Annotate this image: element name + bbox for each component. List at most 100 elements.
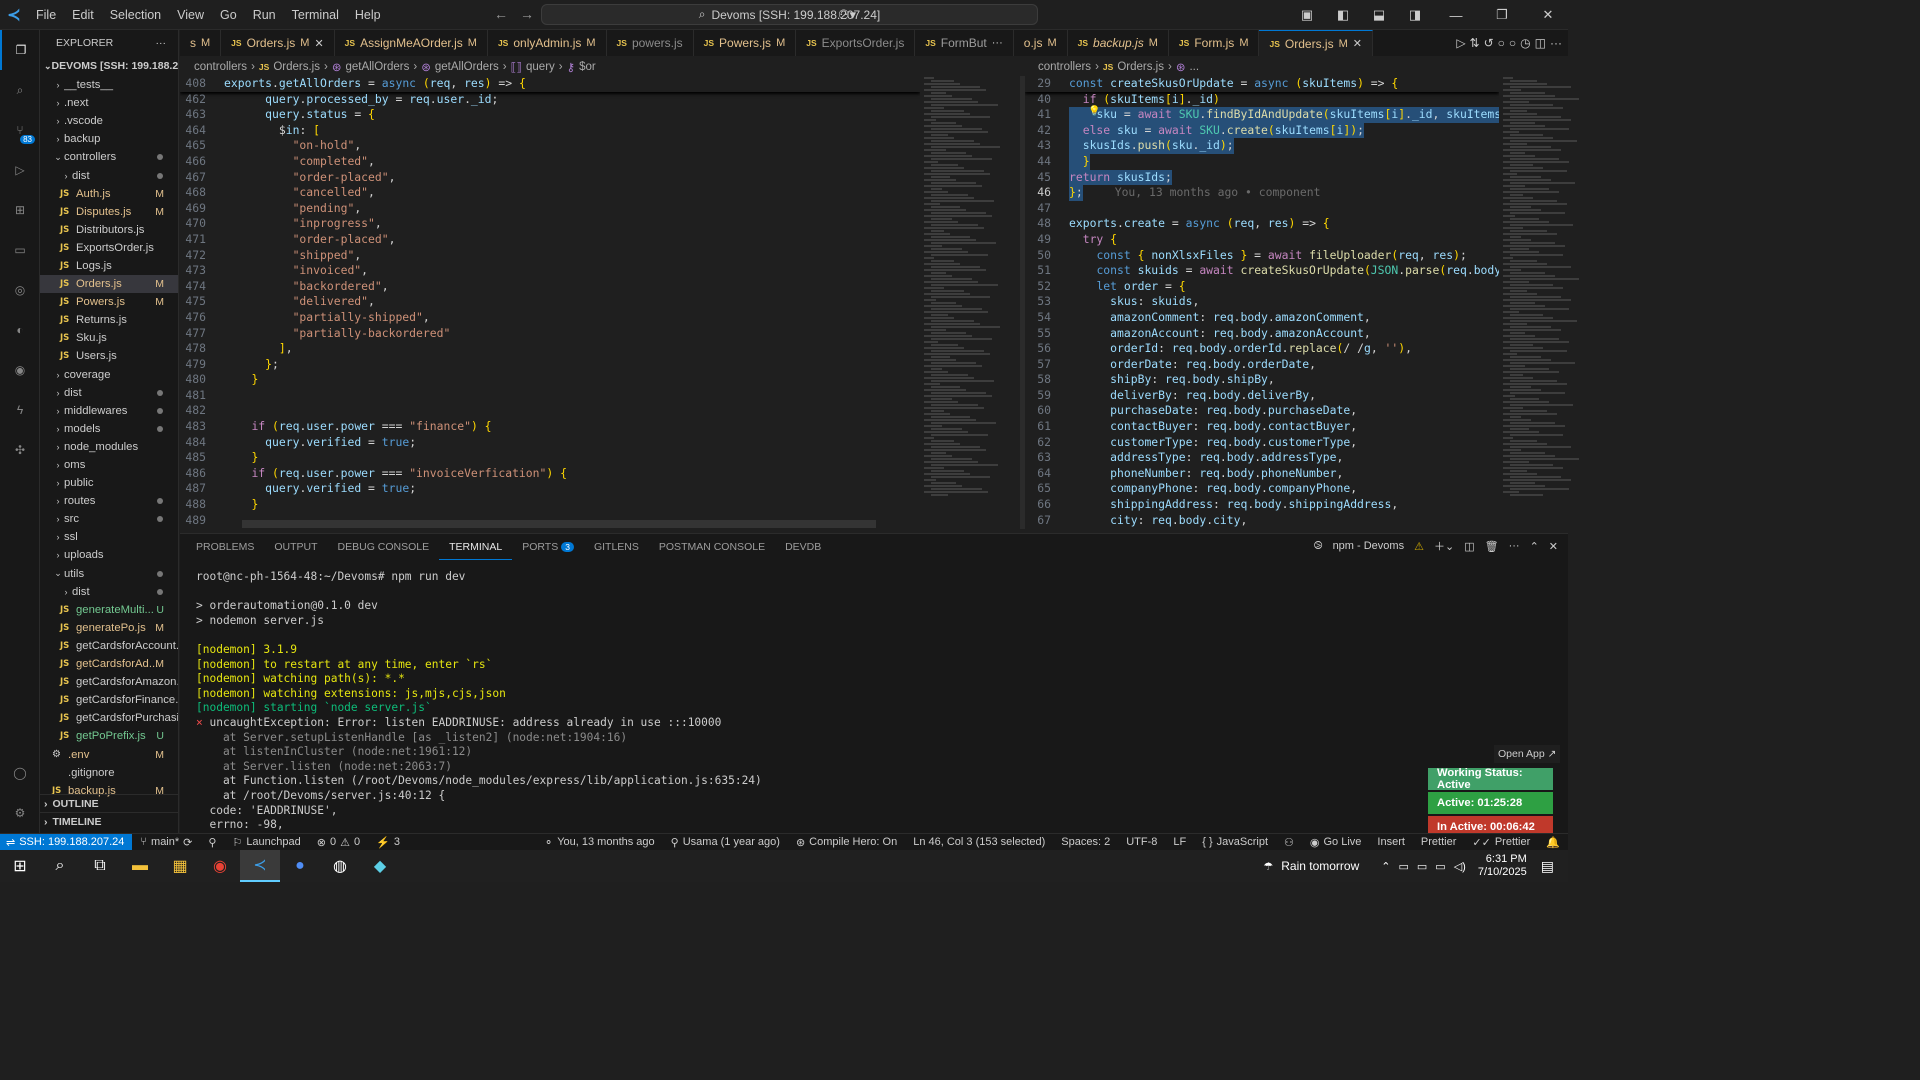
code-line[interactable]: 474 "backordered", (180, 279, 920, 295)
folder-item[interactable]: › ssl (40, 528, 178, 546)
minimap-right[interactable] (1499, 76, 1579, 529)
remote-indicator[interactable]: ⇌ SSH: 199.188.207.24 (0, 833, 133, 851)
file-item[interactable]: JS getCardsforAccount.js (40, 637, 178, 655)
code-line[interactable]: 472 "shipped", (180, 248, 920, 264)
close-tab-icon[interactable]: ✕ (1353, 37, 1362, 50)
code-line[interactable]: 60 purchaseDate: req.body.purchaseDate, (1025, 403, 1499, 419)
file-explorer-icon[interactable]: ▬ (120, 850, 160, 882)
code-line[interactable]: 462 query.processed_by = req.user._id; (180, 92, 920, 108)
app-icon-3[interactable]: ◆ (360, 850, 400, 882)
code-line[interactable]: 57 orderDate: req.body.orderDate, (1025, 357, 1499, 373)
code-line[interactable]: 468 "cancelled", (180, 185, 920, 201)
code-line[interactable]: 485 } (180, 450, 920, 466)
file-item[interactable]: JS getCardsforFinance.js (40, 691, 178, 709)
compile-hero-indicator[interactable]: ⊛ Compile Hero: On (788, 836, 905, 849)
editor-tab[interactable]: JS Form.js M (1169, 30, 1260, 56)
panel-tab-ports[interactable]: PORTS 3 (512, 534, 584, 560)
terminal-output[interactable]: root@nc-ph-1564-48:~/Devoms# npm run dev… (196, 570, 1396, 833)
horizontal-scrollbar[interactable] (242, 520, 876, 528)
kill-terminal-icon[interactable]: 🗑 (1485, 540, 1499, 553)
code-line[interactable]: 59 deliverBy: req.body.deliverBy, (1025, 388, 1499, 404)
language-mode[interactable]: { } JavaScript (1194, 836, 1276, 848)
code-line[interactable]: 40 if (skuItems[i]._id) (1025, 92, 1499, 108)
file-item[interactable]: JS Logs.js (40, 257, 178, 275)
explorer-icon[interactable]: ❐ (0, 30, 40, 70)
file-item[interactable]: JS Powers.js M (40, 293, 178, 311)
breadcrumb-item[interactable]: ... (1189, 61, 1199, 73)
file-item[interactable]: JS getCardsforPurchasi... (40, 709, 178, 727)
vscode-taskbar-icon[interactable]: ≺ (240, 850, 280, 882)
code-line[interactable]: 482 (180, 403, 920, 419)
code-line[interactable]: 66 shippingAddress: req.body.shippingAdd… (1025, 497, 1499, 513)
editor-tab[interactable]: JS FormBut ··· (915, 30, 1014, 56)
panel-tab-gitlens[interactable]: GITLENS (584, 534, 649, 560)
toggle-sidebar-icon[interactable]: ◧ (1328, 7, 1358, 23)
code-line[interactable]: 478 ], (180, 341, 920, 357)
code-line[interactable]: 45 return skusIds; (1025, 169, 1499, 186)
code-line[interactable]: 465 "on-hold", (180, 138, 920, 154)
code-line[interactable]: 483 if (req.user.power === "finance") { (180, 419, 920, 435)
code-line[interactable]: 50 const { nonXlsxFiles } = await fileUp… (1025, 248, 1499, 264)
restore-icon[interactable]: ❐ (1482, 7, 1522, 23)
menu-item-terminal[interactable]: Terminal (284, 0, 347, 30)
code-line[interactable]: 486 if (req.user.power === "invoiceVerfi… (180, 466, 920, 482)
code-line[interactable]: 55 amazonAccount: req.body.amazonAccount… (1025, 326, 1499, 342)
postman-icon[interactable]: ◐ (0, 310, 40, 350)
file-item[interactable]: .gitignore (40, 764, 178, 782)
breadcrumb-item[interactable]: Orders.js (273, 61, 320, 73)
code-line[interactable]: 469 "pending", (180, 201, 920, 217)
code-line[interactable]: 63 addressType: req.body.addressType, (1025, 450, 1499, 466)
encoding[interactable]: UTF-8 (1118, 836, 1165, 848)
panel-tab-terminal[interactable]: TERMINAL (439, 534, 513, 560)
code-line[interactable]: 471 "order-placed", (180, 232, 920, 248)
toggle-secondary-sidebar-icon[interactable]: ◨ (1400, 7, 1430, 23)
code-line[interactable]: 464 $in: [ (180, 123, 920, 139)
editor-tab[interactable]: JS powers.js (607, 30, 694, 56)
launchpad-indicator[interactable]: ⚐ Launchpad (224, 836, 308, 849)
file-item[interactable]: ⚙ .env M (40, 745, 178, 763)
panel-tab-debug-console[interactable]: DEBUG CONSOLE (328, 534, 440, 560)
code-line[interactable]: 64 phoneNumber: req.body.phoneNumber, (1025, 466, 1499, 482)
file-item[interactable]: JS Disputes.js M (40, 203, 178, 221)
editor-tab[interactable]: sM (180, 30, 222, 56)
revert-icon[interactable]: ↺ (1484, 36, 1494, 50)
folder-item[interactable]: › .vscode (40, 112, 178, 130)
code-line[interactable]: 484 query.verified = true; (180, 435, 920, 451)
editor-tab[interactable]: o.js M (1014, 30, 1068, 56)
menu-item-view[interactable]: View (169, 0, 212, 30)
editor-tab[interactable]: JS ExportsOrder.js (796, 30, 916, 56)
file-item[interactable]: JS generatePo.js M (40, 619, 178, 637)
remote-explorer-icon[interactable]: ▭ (0, 230, 40, 270)
folder-item[interactable]: › models (40, 420, 178, 438)
code-line[interactable]: 43 skusIds.push(sku._id); (1025, 138, 1499, 154)
menu-item-selection[interactable]: Selection (102, 0, 169, 30)
menu-item-edit[interactable]: Edit (64, 0, 102, 30)
code-line[interactable]: 481 (180, 388, 920, 404)
code-line[interactable]: 49 try { (1025, 232, 1499, 248)
eol[interactable]: LF (1165, 836, 1194, 848)
breadcrumb-item[interactable]: getAllOrders (345, 61, 409, 73)
more-tabs-icon[interactable]: ··· (992, 37, 1003, 49)
code-line[interactable]: 475 "delivered", (180, 294, 920, 310)
file-item[interactable]: JS Users.js (40, 347, 178, 365)
git-graph-indicator[interactable]: ⚲ (200, 836, 224, 849)
outline-section[interactable]: › OUTLINE (40, 794, 178, 812)
search-view-icon[interactable]: ⌕ (0, 70, 40, 110)
breadcrumb-item[interactable]: controllers (194, 61, 247, 73)
code-line[interactable]: 67 city: req.body.city, (1025, 513, 1499, 529)
sticky-scroll-line[interactable]: 408 exports.getAllOrders = async (req, re… (180, 76, 920, 92)
volume-icon[interactable]: ◁) (1454, 860, 1466, 873)
editor-tab[interactable]: JS Orders.js M ✕ (1259, 30, 1373, 56)
code-line[interactable]: 53 skus: skuids, (1025, 294, 1499, 310)
folder-item[interactable]: › routes (40, 492, 178, 510)
compare-icon[interactable]: ⇅ (1470, 36, 1480, 50)
menu-item-go[interactable]: Go (212, 0, 245, 30)
minimize-icon[interactable]: — (1436, 8, 1476, 23)
workspace-root[interactable]: ⌄ DEVOMS [SSH: 199.188.20... (40, 56, 178, 76)
code-line[interactable]: 467 "order-placed", (180, 170, 920, 186)
copilot-status[interactable]: ⚇ (1276, 836, 1302, 849)
file-item[interactable]: JS getCardsforAmazon.js (40, 673, 178, 691)
code-line[interactable]: 44 } (1025, 153, 1499, 170)
code-line[interactable]: 476 "partially-shipped", (180, 310, 920, 326)
task-view-icon[interactable]: ⧉ (80, 850, 120, 882)
